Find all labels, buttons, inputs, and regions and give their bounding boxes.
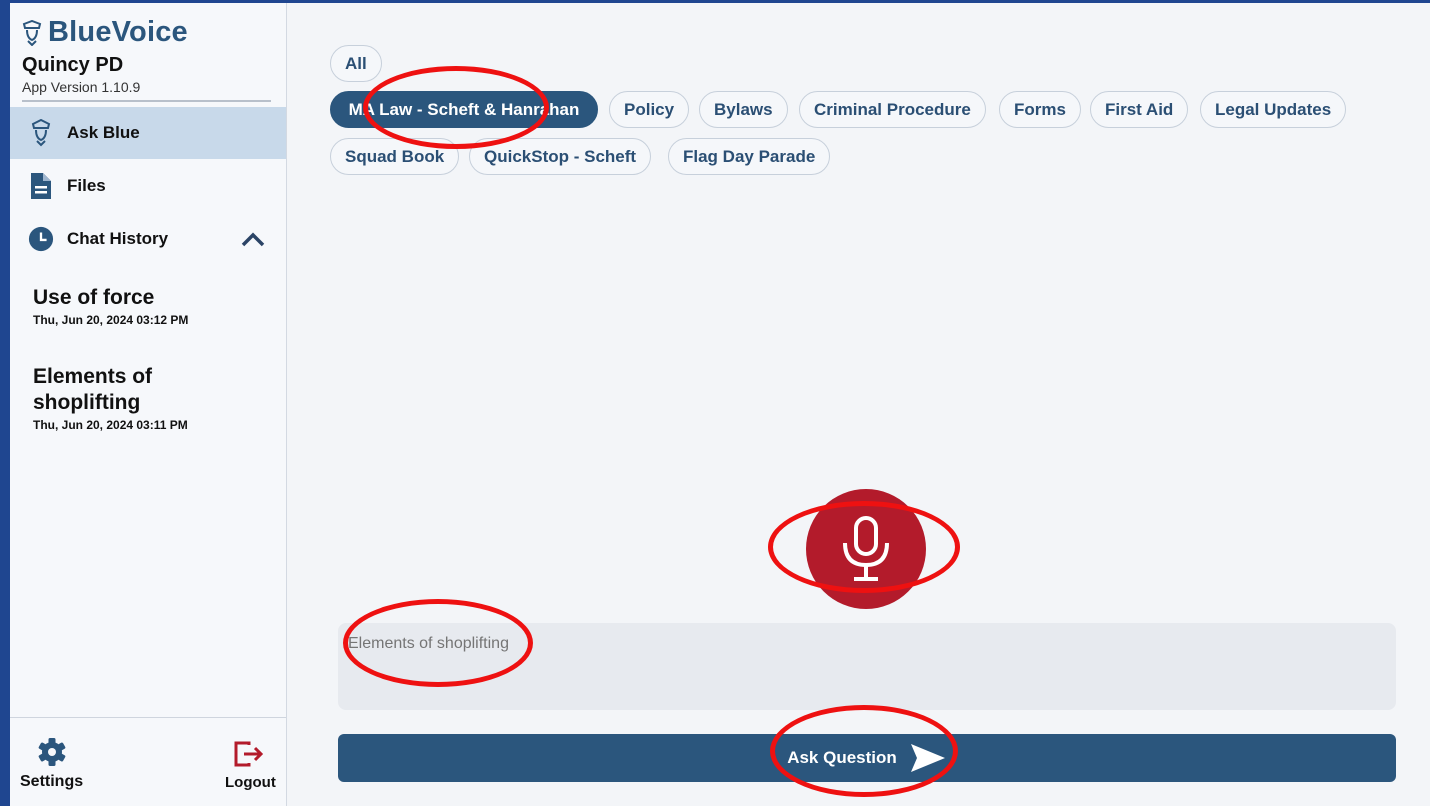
sidebar-item-label: Chat History <box>67 229 169 248</box>
chat-history-item[interactable]: Elements of shoplifting Thu, Jun 20, 202… <box>33 364 233 432</box>
clock-icon <box>28 224 54 254</box>
sidebar-item-chat-history[interactable]: Chat History <box>10 213 286 265</box>
filter-chip-squad-book[interactable]: Squad Book <box>330 138 460 175</box>
chat-history-date: Thu, Jun 20, 2024 03:11 PM <box>33 418 188 432</box>
question-input[interactable] <box>338 623 1396 710</box>
chat-history-item[interactable]: Use of force Thu, Jun 20, 2024 03:12 PM <box>33 285 273 327</box>
chat-history-title: Elements of shoplifting <box>33 365 153 414</box>
filter-chip-all[interactable]: All <box>330 45 382 82</box>
chat-history-date: Thu, Jun 20, 2024 03:12 PM <box>33 313 189 327</box>
filter-chip-policy[interactable]: Policy <box>609 91 690 128</box>
sidebar: BlueVoice Quincy PD App Version 1.10.9 A… <box>10 3 287 806</box>
logout-button[interactable]: Logout <box>225 740 276 791</box>
filter-chip-forms[interactable]: Forms <box>999 91 1081 128</box>
ask-question-button[interactable]: Ask Question <box>338 734 1396 782</box>
filter-chip-ma-law[interactable]: MA Law - Scheft & Hanrahan <box>330 91 598 128</box>
divider <box>10 717 286 718</box>
app-version: App Version 1.10.9 <box>22 79 141 95</box>
brand-name: BlueVoice <box>48 16 188 48</box>
settings-button[interactable]: Settings <box>20 737 83 791</box>
send-icon <box>910 744 945 772</box>
police-officer-icon <box>22 19 42 46</box>
org-name: Quincy PD <box>22 54 124 76</box>
filter-chip-first-aid[interactable]: First Aid <box>1090 91 1189 128</box>
filter-chip-criminal-procedure[interactable]: Criminal Procedure <box>799 91 986 128</box>
sidebar-item-ask-blue[interactable]: Ask Blue <box>10 107 286 159</box>
microphone-icon <box>843 516 889 581</box>
gear-icon <box>38 738 65 766</box>
chevron-up-icon[interactable] <box>240 230 266 248</box>
filter-chip-legal-updates[interactable]: Legal Updates <box>1200 91 1347 128</box>
sidebar-item-label: Files <box>67 176 106 195</box>
app-window: BlueVoice Quincy PD App Version 1.10.9 A… <box>10 3 1430 806</box>
document-icon <box>28 171 54 201</box>
police-officer-icon <box>28 118 54 148</box>
microphone-button[interactable] <box>806 489 926 609</box>
brand: BlueVoice <box>22 16 188 49</box>
ask-question-label: Ask Question <box>787 748 897 767</box>
logout-label: Logout <box>225 774 276 791</box>
chat-history-title: Use of force <box>33 286 155 309</box>
sidebar-item-label: Ask Blue <box>67 123 140 142</box>
sidebar-item-files[interactable]: Files <box>10 160 286 212</box>
filter-chip-flag-day-parade[interactable]: Flag Day Parade <box>668 138 831 175</box>
divider <box>22 100 271 102</box>
logout-icon <box>234 741 264 767</box>
settings-label: Settings <box>20 773 84 790</box>
filter-chip-quickstop[interactable]: QuickStop - Scheft <box>469 138 652 175</box>
filter-chip-bylaws[interactable]: Bylaws <box>699 91 788 128</box>
